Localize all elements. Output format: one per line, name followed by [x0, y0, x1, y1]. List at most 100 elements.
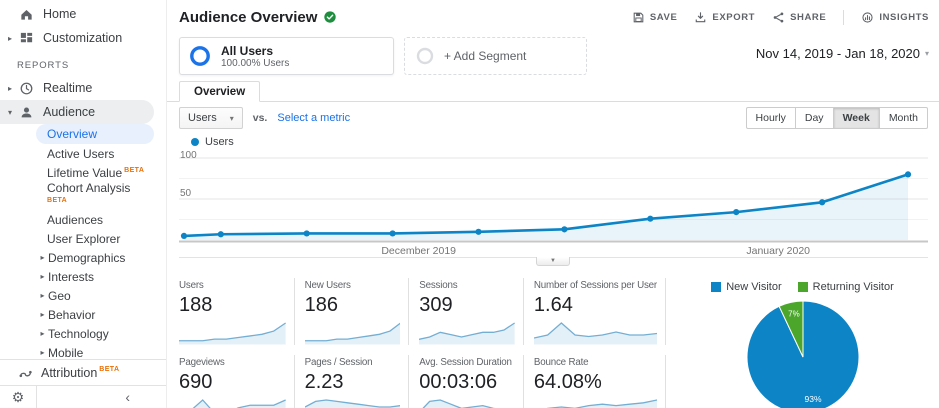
expander-down-icon[interactable]: ▾ [4, 108, 16, 117]
metric-value: 1.64 [533, 294, 573, 316]
share-button[interactable]: SHARE [772, 11, 826, 24]
sidebar-item-interests[interactable]: ▸ Interests [0, 267, 166, 286]
granularity-month-button[interactable]: Month [879, 107, 928, 129]
date-range-picker[interactable]: Nov 14, 2019 - Jan 18, 2020 ▾ [756, 37, 929, 61]
metric-value: 64.08% [533, 371, 602, 393]
scorecard-bounce-rate[interactable]: Bounce Rate 64.08% [522, 355, 666, 408]
tab-bar: Overview [167, 80, 939, 102]
page-title: Audience Overview [179, 8, 318, 26]
sidebar-item-audience[interactable]: ▾ Audience [0, 100, 154, 124]
sidebar: Home ▸ Customization REPORTS ▸ Realtime ▾ Audie… [0, 0, 166, 408]
expander-right-icon[interactable]: ▸ [37, 329, 48, 338]
sidebar-item-label: Cohort Analysis BETA [47, 182, 130, 206]
sidebar-item-home[interactable]: Home [0, 2, 154, 26]
customization-icon [18, 31, 34, 46]
sparkline-chart [179, 396, 286, 408]
legend-label: Returning Visitor [812, 281, 894, 293]
expander-right-icon[interactable]: ▸ [37, 310, 48, 319]
expander-right-icon[interactable]: ▸ [4, 34, 16, 43]
sidebar-item-mobile[interactable]: ▸ Mobile [0, 343, 166, 360]
sidebar-item-realtime[interactable]: ▸ Realtime [0, 76, 154, 100]
sidebar-item-lifetime-value[interactable]: Lifetime Value BETA [0, 163, 166, 182]
beta-badge: BETA [124, 166, 145, 174]
expander-right-icon[interactable]: ▸ [37, 348, 48, 357]
sidebar-collapse-button[interactable]: ‹ [36, 386, 166, 408]
sidebar-item-demographics[interactable]: ▸ Demographics [0, 248, 166, 267]
sidebar-item-technology[interactable]: ▸ Technology [0, 324, 166, 343]
chart-collapse-button[interactable]: ▼ [536, 257, 570, 266]
expander-right-icon[interactable]: ▸ [37, 291, 48, 300]
scorecard-avg-session-duration[interactable]: Avg. Session Duration 00:03:06 [408, 355, 523, 408]
scorecard-pageviews[interactable]: Pageviews 690 [179, 355, 294, 408]
sidebar-item-customization[interactable]: ▸ Customization [0, 26, 154, 50]
actions-divider [843, 9, 845, 25]
sparkline-chart [179, 319, 286, 345]
scorecard-new-users[interactable]: New Users 186 [293, 278, 409, 345]
tab-overview[interactable]: Overview [179, 81, 261, 102]
expander-right-icon[interactable]: ▸ [37, 253, 48, 262]
expander-right-icon[interactable]: ▸ [37, 272, 48, 281]
granularity-hourly-button[interactable]: Hourly [745, 107, 796, 129]
sidebar-item-audiences[interactable]: Audiences [0, 210, 166, 229]
sidebar-item-label: User Explorer [47, 231, 121, 246]
chevron-down-icon: ▾ [229, 113, 234, 123]
legend-label: New Visitor [726, 281, 782, 293]
action-label: SAVE [649, 11, 678, 23]
users-line-chart: 100 50 [179, 150, 928, 244]
sidebar-nav: Home ▸ Customization REPORTS ▸ Realtime ▾ Audie… [0, 0, 166, 359]
gear-icon[interactable]: ⚙ [0, 386, 36, 408]
export-button[interactable]: EXPORT [694, 11, 755, 24]
legend-new-visitor: New Visitor [711, 281, 782, 293]
metric-select[interactable]: Users ▾ [179, 107, 243, 129]
chevron-left-icon: ‹ [125, 389, 130, 405]
sidebar-item-label: Home [43, 7, 77, 21]
main-content: Audience Overview SAVE EXPORT SHARE INSIGHT… [166, 0, 939, 408]
sidebar-item-attribution[interactable]: Attribution BETA [0, 359, 166, 385]
select-a-metric-link[interactable]: Select a metric [277, 112, 350, 124]
expander-right-icon[interactable]: ▸ [4, 84, 16, 93]
sparkline-chart [533, 319, 657, 345]
svg-text:93%: 93% [804, 394, 821, 404]
scorecard-number-of-sessions-per-user[interactable]: Number of Sessions per User 1.64 [522, 278, 666, 345]
insights-button[interactable]: INSIGHTS [861, 11, 929, 24]
metric-value: 690 [179, 371, 213, 393]
sparkline-chart [534, 396, 657, 408]
add-segment-button[interactable]: + Add Segment [404, 37, 587, 75]
metric-label: Pages / Session [304, 357, 373, 368]
sidebar-item-label: Audiences [47, 212, 104, 227]
sidebar-item-label: Behavior [48, 307, 96, 322]
chart-collapse-strip: ▼ [167, 257, 939, 270]
sidebar-item-overview[interactable]: Overview [36, 124, 154, 144]
header-actions: SAVE EXPORT SHARE INSIGHTS [632, 9, 929, 25]
scorecard-sessions[interactable]: Sessions 309 [408, 278, 523, 345]
sidebar-item-active-users[interactable]: Active Users [0, 144, 166, 163]
sidebar-item-cohort-analysis[interactable]: Cohort Analysis BETA [0, 182, 166, 210]
scorecard-users[interactable]: Users 188 [179, 278, 294, 345]
segment-title: All Users [221, 43, 274, 58]
y-axis-tick: 50 [180, 188, 192, 199]
scorecard-pages-session[interactable]: Pages / Session 2.23 [293, 355, 409, 408]
metric-label: Users [179, 280, 204, 291]
date-caret-icon: ▾ [924, 49, 929, 58]
sidebar-item-user-explorer[interactable]: User Explorer [0, 229, 166, 248]
segment-subtitle: 100.00% Users [221, 57, 290, 69]
sidebar-item-label: Lifetime Value BETA [47, 165, 145, 180]
segment-all-users[interactable]: All Users 100.00% Users [179, 37, 394, 75]
sidebar-item-label: Interests [48, 269, 95, 284]
granularity-day-button[interactable]: Day [795, 107, 834, 129]
sidebar-item-label: Audience [43, 105, 96, 119]
metric-label: Number of Sessions per User [533, 280, 657, 291]
sidebar-item-geo[interactable]: ▸ Geo [0, 286, 166, 305]
sidebar-item-label: Overview [47, 127, 98, 141]
save-button[interactable]: SAVE [632, 11, 678, 24]
beta-badge: BETA [47, 196, 68, 204]
visitor-pie-chart: 93% 7% [718, 293, 888, 408]
sparkline-chart [419, 319, 515, 345]
sidebar-item-behavior[interactable]: ▸ Behavior [0, 305, 166, 324]
save-icon [632, 11, 645, 24]
x-axis-label: December 2019 [381, 245, 457, 257]
metric-label: Sessions [419, 280, 458, 291]
metric-label: New Users [304, 280, 351, 291]
segment-circle-icon [188, 44, 212, 68]
granularity-week-button[interactable]: Week [833, 107, 880, 129]
